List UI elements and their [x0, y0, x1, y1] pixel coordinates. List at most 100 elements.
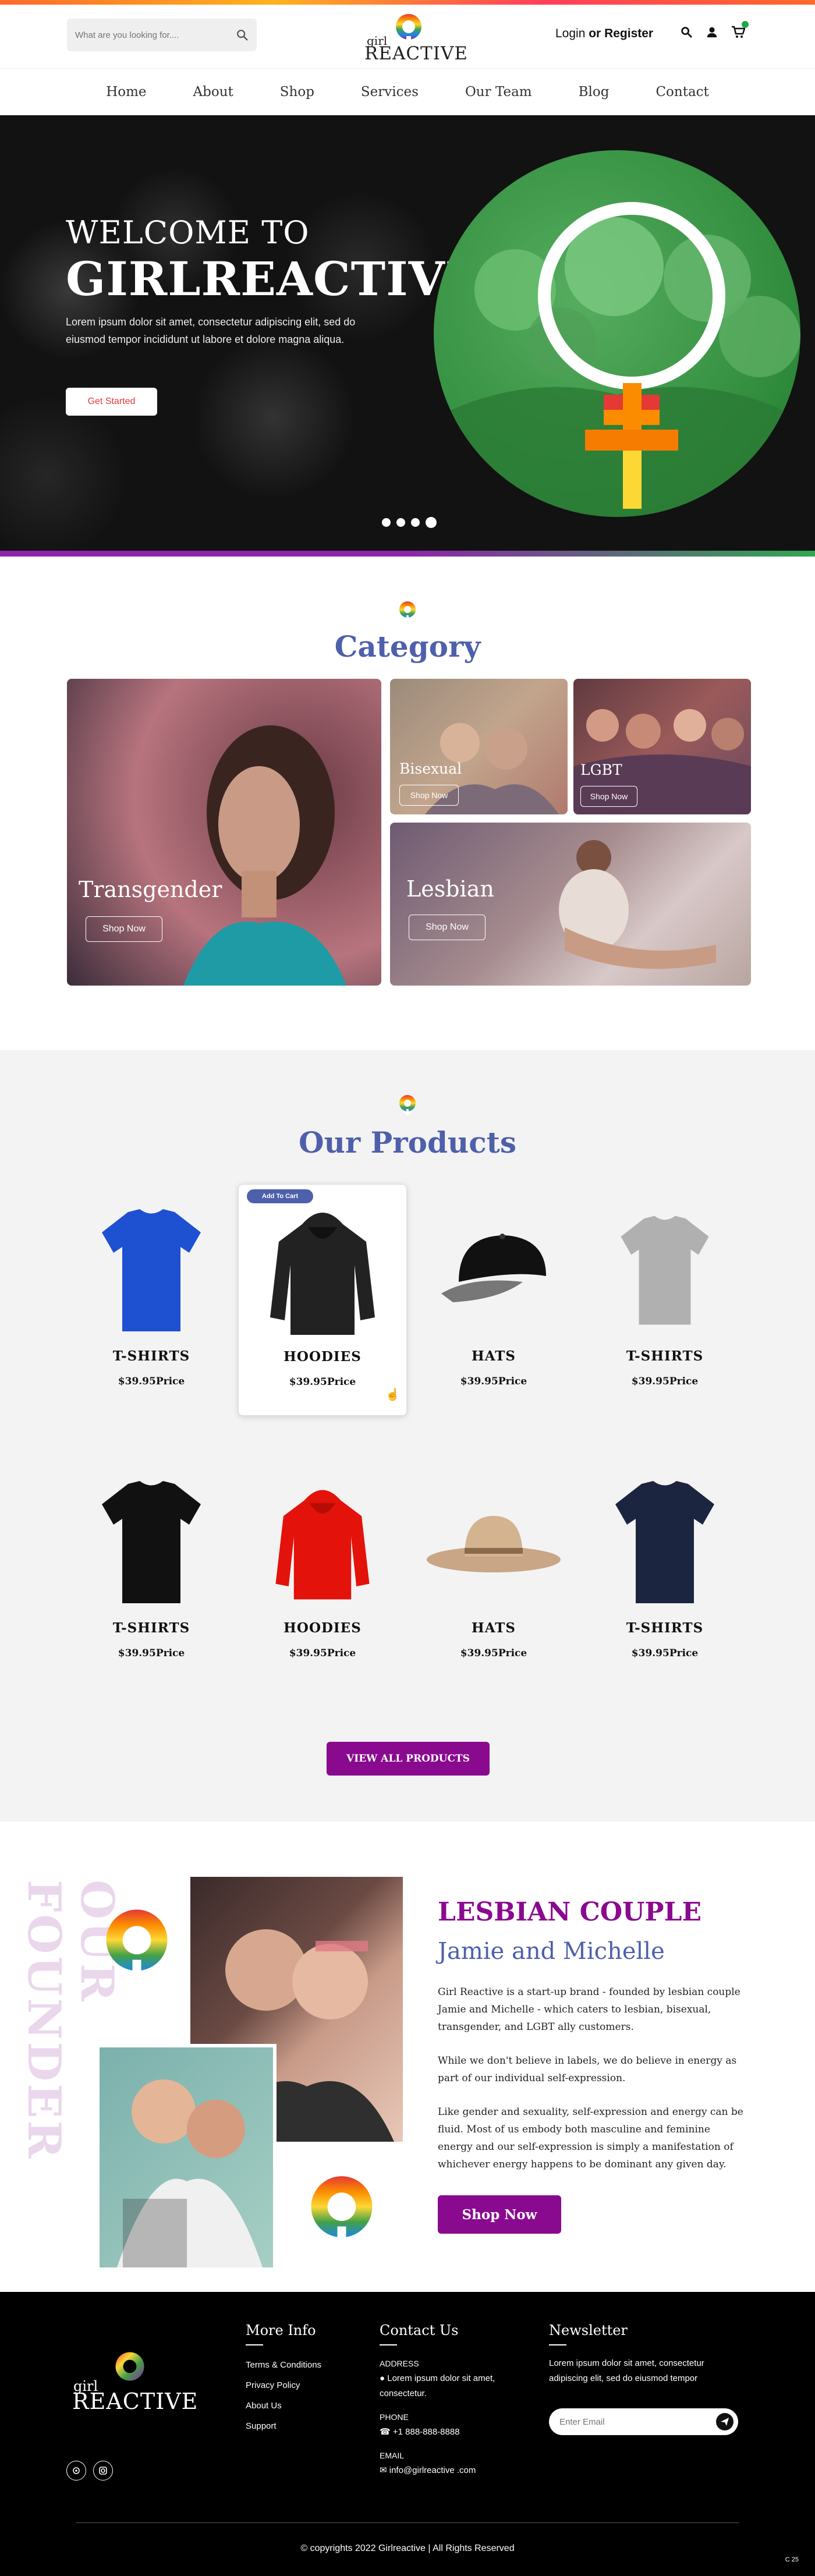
- newsletter-email-input[interactable]: [559, 2416, 716, 2427]
- hat-tan-image: [409, 1472, 578, 1612]
- search-input[interactable]: [75, 30, 236, 40]
- header-icons: [680, 21, 749, 38]
- phone-text[interactable]: ☎ +1 888-888-8888: [380, 2425, 508, 2440]
- nav-shop[interactable]: Shop: [257, 84, 338, 100]
- logo-text-reactive: REACTIVE: [364, 43, 469, 64]
- tshirt-navy-image: [580, 1472, 749, 1612]
- counter-badge: C 25: [785, 2556, 799, 2563]
- heading-underline: [549, 2344, 566, 2345]
- founder-subtitle: Jamie and Michelle: [438, 1938, 665, 1965]
- site-logo[interactable]: girl REACTIVE: [362, 13, 467, 65]
- slider-dot-active[interactable]: [426, 517, 437, 528]
- social-icon-threads[interactable]: [66, 2461, 86, 2481]
- tshirt-blue-image: [67, 1200, 236, 1340]
- hero-title: GIRLREACTIVE: [66, 251, 481, 306]
- category-lgbt[interactable]: LGBT Shop Now: [573, 679, 751, 814]
- register-link[interactable]: or Register: [589, 27, 653, 40]
- address-text: ● Lorem ipsum dolor sit amet, consectetu…: [380, 2373, 495, 2398]
- product-price: $39.95Price: [460, 1647, 527, 1659]
- product-card[interactable]: T-SHIRTS $39.95Price: [67, 1200, 236, 1387]
- product-price: $39.95Price: [289, 1376, 356, 1388]
- category-transgender[interactable]: Transgender Shop Now: [67, 679, 381, 986]
- social-icon-instagram[interactable]: [93, 2461, 113, 2481]
- slider-dot[interactable]: [382, 518, 391, 527]
- founder-paragraph: While we don't believe in labels, we do …: [438, 2055, 737, 2084]
- address-label: ADDRESS: [380, 2359, 419, 2368]
- phone-label: PHONE: [380, 2412, 409, 2422]
- product-card[interactable]: T-SHIRTS $39.95Price: [67, 1472, 236, 1659]
- heading-underline: [246, 2344, 263, 2345]
- shop-now-button[interactable]: Shop Now: [438, 2195, 561, 2234]
- category-label: Transgender: [79, 877, 222, 902]
- product-price: $39.95Price: [631, 1376, 699, 1387]
- footer-more-info: More Info Terms & Conditions Privacy Pol…: [246, 2322, 321, 2436]
- slider-dot[interactable]: [396, 518, 405, 527]
- product-card[interactable]: HATS $39.95Price: [409, 1200, 578, 1387]
- user-icon[interactable]: [706, 26, 718, 38]
- header: girl REACTIVE Login or Register: [0, 5, 815, 69]
- founder-body: Girl Reactive is a start-up brand - foun…: [438, 1983, 743, 2189]
- slider-dot[interactable]: [411, 518, 420, 527]
- search-icon[interactable]: [236, 29, 249, 41]
- product-name: T-SHIRTS: [112, 1620, 190, 1636]
- footer-logo[interactable]: girl REACTIVE: [69, 2350, 197, 2420]
- add-to-cart-button[interactable]: Add To Cart: [247, 1189, 314, 1203]
- footer-link-support[interactable]: Support: [246, 2416, 321, 2436]
- view-all-products-button[interactable]: VIEW ALL PRODUCTS: [327, 1742, 490, 1776]
- shop-now-button[interactable]: Shop Now: [580, 786, 637, 807]
- copyright-text: © copyrights 2022 Girlreactive | All Rig…: [300, 2543, 515, 2553]
- footer-contact: Contact Us ADDRESS ● Lorem ipsum dolor s…: [380, 2322, 508, 2478]
- hoodie-red-image: [238, 1472, 407, 1612]
- hero-color-strip: [0, 551, 815, 557]
- cart-icon[interactable]: [731, 21, 749, 38]
- product-card[interactable]: HOODIES $39.95Price: [238, 1472, 407, 1659]
- product-card[interactable]: HATS $39.95Price: [409, 1472, 578, 1659]
- newsletter-form: [549, 2408, 738, 2435]
- search-box[interactable]: [67, 19, 257, 51]
- category-section: Category Transgender Shop Now Bisexual S…: [0, 557, 815, 1050]
- login-link[interactable]: Login: [555, 27, 585, 40]
- heading-underline: [380, 2344, 397, 2345]
- category-label: Lesbian: [406, 876, 494, 902]
- nav-home[interactable]: Home: [83, 84, 169, 100]
- category-lesbian[interactable]: Lesbian Shop Now: [390, 823, 751, 986]
- product-card[interactable]: T-SHIRTS $39.95Price: [580, 1472, 749, 1659]
- mail-icon: ✉: [380, 2465, 387, 2475]
- nav-contact[interactable]: Contact: [632, 84, 732, 100]
- founder-section: OUR FOUNDER LESBIAN COUPLE Jamie and Mic…: [0, 1822, 815, 2292]
- shop-now-button[interactable]: Shop Now: [86, 916, 162, 942]
- phone-icon: ☎: [380, 2427, 391, 2437]
- tshirt-black-image: [67, 1472, 236, 1612]
- couple-photo-2: [96, 2044, 277, 2271]
- cap-black-image: [409, 1200, 578, 1340]
- hoodie-black-image: [239, 1201, 406, 1341]
- product-name: HATS: [471, 1348, 516, 1364]
- email-label: EMAIL: [380, 2451, 405, 2460]
- send-icon[interactable]: [716, 2413, 734, 2430]
- nav-about[interactable]: About: [170, 84, 257, 100]
- search-icon[interactable]: [680, 26, 693, 38]
- venus-rainbow-icon: [399, 601, 416, 622]
- top-rainbow-bar: [0, 0, 815, 5]
- category-title: Category: [334, 629, 481, 664]
- footer-link-privacy[interactable]: Privacy Policy: [246, 2375, 321, 2396]
- nav-blog[interactable]: Blog: [555, 84, 633, 100]
- shop-now-button[interactable]: Shop Now: [409, 915, 486, 940]
- email-text[interactable]: ✉ info@girlreactive .com: [380, 2463, 508, 2478]
- footer-link-terms[interactable]: Terms & Conditions: [246, 2355, 321, 2375]
- category-bisexual[interactable]: Bisexual Shop Now: [390, 679, 568, 814]
- product-card[interactable]: T-SHIRTS $39.95Price: [580, 1200, 749, 1387]
- nav-services[interactable]: Services: [338, 84, 442, 100]
- footer-logo-reactive: REACTIVE: [72, 2389, 199, 2414]
- nav-our-team[interactable]: Our Team: [442, 84, 555, 100]
- category-grid: Transgender Shop Now Bisexual Shop Now L…: [67, 679, 751, 986]
- hero-text: Lorem ipsum dolor sit amet, consectetur …: [66, 316, 356, 345]
- hero-people-image: [434, 150, 800, 517]
- products-title: Our Products: [299, 1125, 516, 1160]
- product-name: T-SHIRTS: [626, 1348, 704, 1364]
- product-card-hovered[interactable]: Add To Cart HOODIES $39.95Price ☝: [238, 1184, 407, 1416]
- footer-link-about[interactable]: About Us: [246, 2396, 321, 2416]
- get-started-button[interactable]: Get Started: [66, 388, 157, 416]
- footer-heading: Contact Us: [380, 2322, 459, 2338]
- shop-now-button[interactable]: Shop Now: [399, 785, 459, 806]
